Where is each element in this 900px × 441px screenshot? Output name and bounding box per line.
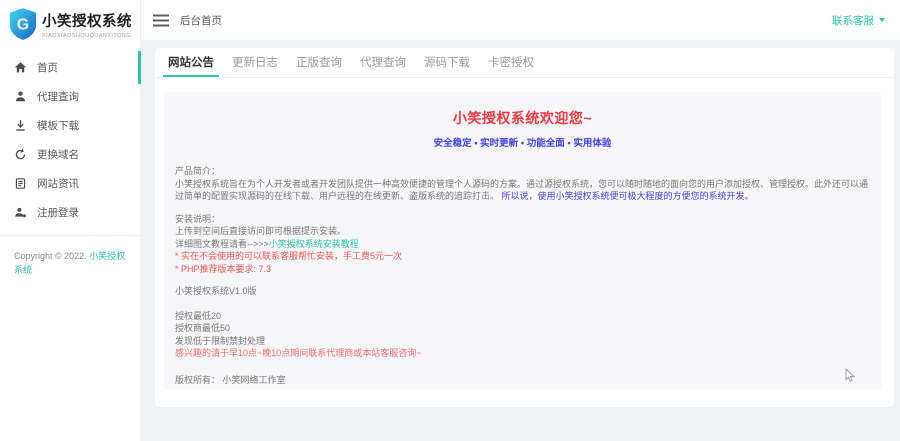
home-icon	[14, 61, 27, 74]
intro-heading: 产品简介：	[175, 165, 870, 178]
welcome-subtitle: 安全稳定 • 实时更新 • 功能全面 • 实用体验	[175, 135, 870, 149]
tab-agent-query[interactable]: 代理查询	[355, 48, 411, 77]
logo-texts: 小笑授权系统 XIAOXIAOSHOUQUANXITONG	[42, 10, 132, 39]
install-note2: * PHP推荐版本要求: 7.3	[175, 263, 870, 276]
install-line1: 上传到空间后直接访问即可根据提示安装。	[175, 225, 870, 238]
news-icon	[14, 177, 27, 190]
sidebar-item-agent-query[interactable]: 代理查询	[0, 82, 140, 111]
contact-support-label: 联系客服	[832, 13, 874, 28]
sidebar-item-site-news[interactable]: 网站资讯	[0, 169, 140, 198]
install-heading: 安装说明：	[175, 213, 870, 226]
tab-genuine-query[interactable]: 正版查询	[291, 48, 347, 77]
sidebar-item-label: 更换域名	[37, 147, 79, 162]
app-subtitle: XIAOXIAOSHOUQUANXITONG	[42, 33, 132, 39]
menu-toggle-icon[interactable]	[153, 14, 170, 27]
sidebar: G 小笑授权系统 XIAOXIAOSHOUQUANXITONG 首页 代理查询 …	[0, 0, 141, 441]
tab-label: 网站公告	[168, 54, 214, 70]
app-logo[interactable]: G 小笑授权系统 XIAOXIAOSHOUQUANXITONG	[0, 0, 140, 49]
app-title: 小笑授权系统	[42, 10, 132, 31]
tab-card-key-auth[interactable]: 卡密授权	[483, 48, 539, 77]
tab-changelog[interactable]: 更新日志	[227, 48, 283, 77]
tab-bar: 网站公告 更新日志 正版查询 代理查询 源码下载 卡密授权	[155, 48, 894, 78]
tab-label: 正版查询	[296, 54, 342, 70]
sidebar-item-home[interactable]: 首页	[0, 53, 140, 82]
sidebar-item-register-login[interactable]: 注册登录	[0, 198, 140, 227]
sidebar-item-label: 网站资讯	[37, 176, 79, 191]
breadcrumb: 后台首页	[180, 13, 222, 28]
contact-support-dropdown[interactable]: 联系客服	[832, 13, 885, 28]
tab-label: 代理查询	[360, 54, 406, 70]
tab-label: 更新日志	[232, 54, 278, 70]
download-icon	[14, 119, 27, 132]
sidebar-item-template-download[interactable]: 模板下载	[0, 111, 140, 140]
tab-label: 卡密授权	[488, 54, 534, 70]
user-add-icon	[14, 206, 27, 219]
welcome-title: 小笑授权系统欢迎您~	[175, 108, 870, 128]
content-card: 网站公告 更新日志 正版查询 代理查询 源码下载 卡密授权 小笑授权系统欢迎您~…	[155, 48, 894, 407]
topbar-left: 后台首页	[153, 13, 222, 28]
refresh-icon	[14, 148, 27, 161]
sidebar-item-label: 注册登录	[37, 205, 79, 220]
sidebar-copyright: Copyright © 2022. 小笑授权系统	[0, 236, 140, 277]
sidebar-menu: 首页 代理查询 模板下载 更换域名 网站资讯	[0, 53, 140, 227]
owner-line: 版权所有： 小笑网络工作室	[175, 374, 870, 387]
topbar: 后台首页 联系客服	[141, 0, 900, 40]
install-section: 安装说明： 上传到空间后直接访问即可根据提示安装。 详细图文教程请看-->>>小…	[175, 213, 870, 276]
tab-source-download[interactable]: 源码下载	[419, 48, 475, 77]
announcement-panel: 小笑授权系统欢迎您~ 安全稳定 • 实时更新 • 功能全面 • 实用体验 产品简…	[164, 92, 881, 390]
install-tutorial-link[interactable]: 小笑授权系统安装教程	[269, 239, 359, 249]
chevron-down-icon	[879, 18, 885, 22]
install-note1: * 实在不会使用的可以联系客服帮忙安装，手工费5元一次	[175, 250, 870, 263]
sidebar-item-label: 首页	[37, 60, 58, 75]
install-line2-prefix: 详细图文教程请看-->>>	[175, 239, 269, 249]
svg-text:G: G	[17, 17, 29, 34]
price-line2: 授权商最低50	[175, 322, 870, 335]
sidebar-item-label: 模板下载	[37, 118, 79, 133]
price-line1: 授权最低20	[175, 310, 870, 323]
shield-logo-icon: G	[8, 7, 38, 41]
price-line3: 发现低于限制禁封处理	[175, 335, 870, 348]
install-line2: 详细图文教程请看-->>>小笑授权系统安装教程	[175, 238, 870, 251]
intro-paragraph: 小笑授权系统旨在为个人开发者或者开发团队提供一种高效便捷的管理个人源码的方案。通…	[175, 178, 870, 203]
user-icon	[14, 90, 27, 103]
pricing-section: 授权最低20 授权商最低50 发现低于限制禁封处理 感兴趣的请于早10点~晚10…	[175, 310, 870, 360]
intro-highlight-text: 所以说，使用小笑授权系统便可极大程度的方便您的系统开发。	[499, 191, 754, 201]
sidebar-item-label: 代理查询	[37, 89, 79, 104]
version-line: 小笑授权系统V1.0版	[175, 285, 870, 298]
tab-site-announcement[interactable]: 网站公告	[163, 48, 219, 77]
sidebar-item-change-domain[interactable]: 更换域名	[0, 140, 140, 169]
price-note: 感兴趣的请于早10点~晚10点期间联系代理商或本站客服咨询~	[175, 347, 870, 360]
tab-label: 源码下载	[424, 54, 470, 70]
copyright-text: Copyright © 2022.	[14, 251, 89, 261]
product-intro-section: 产品简介： 小笑授权系统旨在为个人开发者或者开发团队提供一种高效便捷的管理个人源…	[175, 165, 870, 203]
